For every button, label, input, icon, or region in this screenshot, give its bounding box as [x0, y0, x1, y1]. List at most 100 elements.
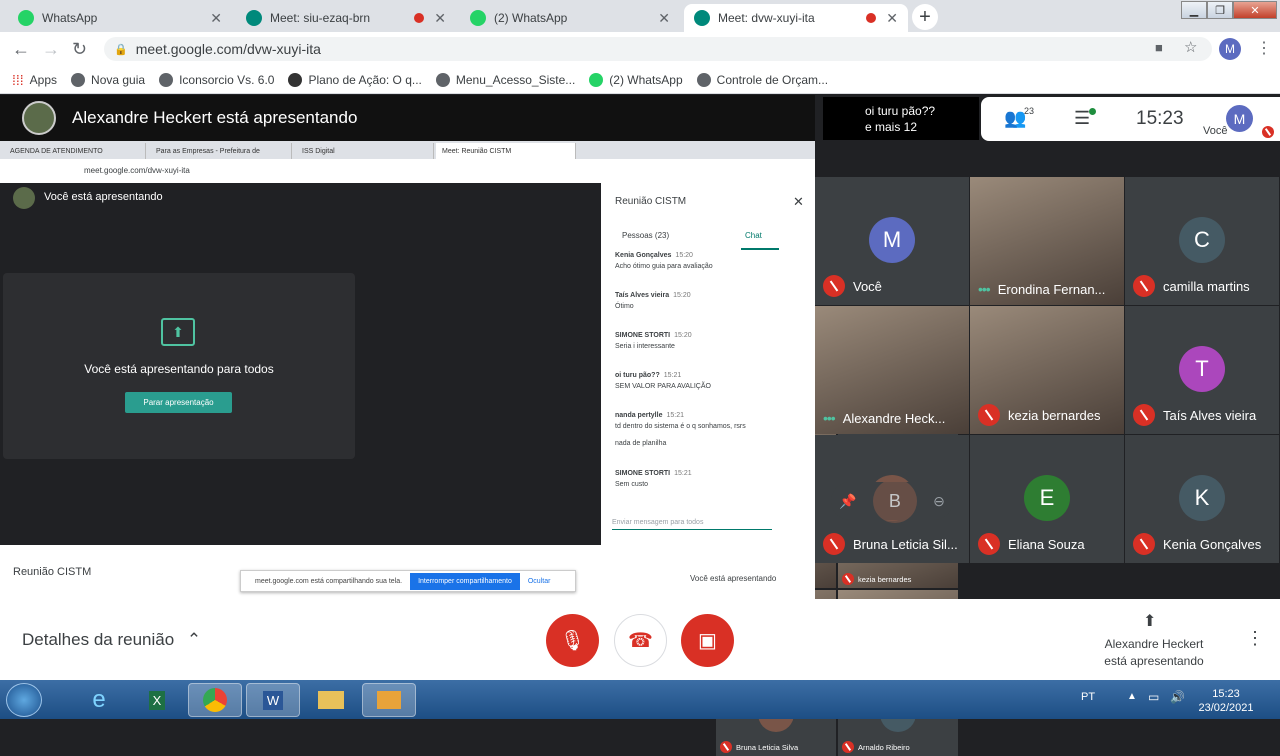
shared-url: meet.google.com/dvw-xuyi-ita — [0, 160, 815, 182]
close-tab-icon[interactable]: ✕ — [414, 10, 446, 27]
participant-tile[interactable]: M Você — [815, 177, 969, 305]
message-text: Seria i interessante — [615, 343, 675, 350]
forward-icon[interactable]: → — [42, 39, 60, 60]
chat-message: nanda pertylle 15:21 td dentro do sistema … — [615, 410, 795, 449]
muted-mic-icon — [1262, 126, 1274, 138]
minimize-button[interactable]: ▁ — [1181, 1, 1207, 19]
close-tab-icon[interactable]: ✕ — [866, 10, 898, 27]
chrome-icon[interactable] — [188, 683, 242, 717]
participant-label: Você — [823, 275, 882, 297]
tab-whatsapp-2[interactable]: (2) WhatsApp ✕ — [460, 4, 680, 32]
chat-message: Taís Alves vieira 15:20 Ótimo — [615, 290, 795, 312]
tile-controls[interactable]: 📌 B ⊖ — [831, 479, 953, 523]
chat-icon[interactable]: ☰ — [1074, 108, 1090, 129]
outlook-icon[interactable] — [362, 683, 416, 717]
participant-tile[interactable]: K Kenia Gonçalves — [1125, 435, 1279, 563]
present-screen-icon: ⬆ — [161, 318, 195, 346]
globe-icon — [696, 72, 711, 87]
bookmark-whatsapp[interactable]: (2) WhatsApp — [589, 72, 683, 87]
volume-icon[interactable]: 🔊 — [1170, 690, 1185, 704]
participant-label: ••• Alexandre Heck... — [823, 410, 945, 426]
participant-label: Eliana Souza — [978, 533, 1085, 555]
camera-off-icon: ▣ — [698, 630, 717, 652]
chat-message: SIMONE STORTI 15:20 Seria i interessante — [615, 330, 795, 352]
back-icon[interactable]: ← — [12, 39, 30, 60]
language-indicator[interactable]: PT — [1081, 691, 1095, 703]
globe-icon — [71, 72, 86, 87]
word-icon[interactable]: W — [246, 683, 300, 717]
participant-tile[interactable]: E Eliana Souza — [970, 435, 1124, 563]
remove-icon[interactable]: ⊖ — [933, 493, 945, 510]
close-icon: ✕ — [793, 194, 804, 209]
presenting-status[interactable]: Alexandre Heckert está apresentando — [1092, 636, 1216, 670]
participant-label: Kenia Gonçalves — [1133, 533, 1261, 555]
address-bar[interactable]: 🔒 meet.google.com/dvw-xuyi-ita — [104, 37, 1212, 61]
hangup-icon: ☎ — [628, 630, 653, 652]
bookmark-iconsorcio[interactable]: Iconsorcio Vs. 6.0 — [159, 72, 274, 87]
message-text: nada de planilha — [615, 440, 667, 447]
camera-icon[interactable]: ■ — [1155, 40, 1163, 55]
tab-meet-siu[interactable]: Meet: siu-ezaq-brn ✕ — [236, 4, 456, 32]
bookmark-controle[interactable]: Controle de Orçam... — [696, 72, 828, 87]
apps-grid-icon: ⁞⁞⁞ — [12, 71, 24, 88]
mic-toggle-button[interactable]: 🎙 — [546, 614, 599, 667]
close-tab-icon[interactable]: ✕ — [658, 10, 670, 27]
folder-icon[interactable] — [304, 683, 358, 717]
maximize-button[interactable]: ❐ — [1207, 1, 1233, 19]
chat-tab: Chat — [745, 231, 762, 240]
participant-name: Bruna Leticia Sil... — [853, 536, 958, 552]
camera-toggle-button[interactable]: ▣ — [681, 614, 734, 667]
shared-tab: AGENDA DE ATENDIMENTO — [4, 143, 146, 159]
participant-tile[interactable]: Ccamilla martins — [1125, 177, 1279, 305]
star-icon[interactable]: ☆ — [1184, 38, 1197, 56]
message-time: 15:21 — [666, 412, 684, 419]
chat-notification[interactable]: oi turu pão?? e mais 12 — [823, 97, 979, 140]
close-tab-icon[interactable]: ✕ — [210, 10, 222, 27]
leave-call-button[interactable]: ☎ — [614, 614, 667, 667]
bookmark-plano[interactable]: Plano de Ação: O q... — [288, 72, 422, 87]
muted-mic-icon — [823, 533, 845, 555]
new-tab-button[interactable]: + — [912, 4, 938, 30]
meeting-clock: 15:23 — [1136, 108, 1184, 129]
tab-title: WhatsApp — [42, 11, 98, 25]
message-time: 15:21 — [674, 470, 692, 477]
show-hidden-icon[interactable]: ▲ — [1127, 691, 1137, 702]
participant-tile[interactable]: T Taís Alves vieira — [1125, 306, 1279, 434]
message-text: Sem custo — [615, 481, 649, 488]
shared-you-presenting: Você está apresentando — [690, 574, 777, 583]
internet-explorer-icon[interactable]: e — [72, 683, 126, 717]
tab-meet-dvw[interactable]: Meet: dvw-xuyi-ita ✕ — [684, 4, 908, 32]
speaking-indicator-icon: ••• — [823, 410, 836, 426]
shared-meeting-name: Reunião CISTM — [13, 566, 92, 578]
present-icon[interactable]: ⬆ — [1143, 611, 1156, 631]
more-options-icon[interactable]: ⋮ — [1246, 628, 1264, 649]
participant-tile[interactable]: ••• Alexandre Heck... — [815, 306, 969, 434]
bookmark-nova-guia[interactable]: Nova guia — [71, 72, 145, 87]
message-author: oi turu pão?? — [615, 372, 660, 379]
network-icon[interactable]: ▭ — [1148, 690, 1159, 704]
window-close-button[interactable]: ✕ — [1233, 1, 1277, 19]
system-clock[interactable]: 15:23 23/02/2021 — [1196, 687, 1256, 715]
muted-mic-icon — [978, 533, 1000, 555]
message-time: 15:21 — [663, 372, 682, 379]
participant-tile[interactable]: ••• Erondina Fernan... — [970, 177, 1124, 305]
meeting-details-button[interactable]: Detalhes da reunião ⌃ — [22, 630, 201, 650]
pin-icon[interactable]: 📌 — [839, 493, 856, 510]
avatar: E — [1024, 475, 1070, 521]
reload-icon[interactable]: ↻ — [72, 39, 87, 60]
profile-avatar[interactable]: M — [1219, 38, 1241, 60]
mute-for-all-icon[interactable]: B — [872, 479, 917, 523]
menu-icon[interactable]: ⋮ — [1256, 38, 1272, 58]
participant-tile[interactable]: kezia bernardes — [970, 306, 1124, 434]
tab-whatsapp[interactable]: WhatsApp ✕ — [8, 4, 232, 32]
avatar — [22, 101, 56, 135]
start-button[interactable] — [6, 683, 42, 717]
message-author: nanda pertylle — [615, 412, 663, 419]
muted-mic-icon — [1133, 275, 1155, 297]
bookmark-apps[interactable]: ⁞⁞⁞ Apps — [12, 72, 57, 88]
excel-icon[interactable]: X — [130, 683, 184, 717]
message-text: Acho ótimo guia para avaliação — [615, 263, 713, 270]
participant-label: ••• Erondina Fernan... — [978, 281, 1105, 297]
bookmark-menu-acesso[interactable]: Menu_Acesso_Siste... — [435, 72, 575, 87]
participant-label: Bruna Leticia Sil... — [823, 533, 958, 555]
